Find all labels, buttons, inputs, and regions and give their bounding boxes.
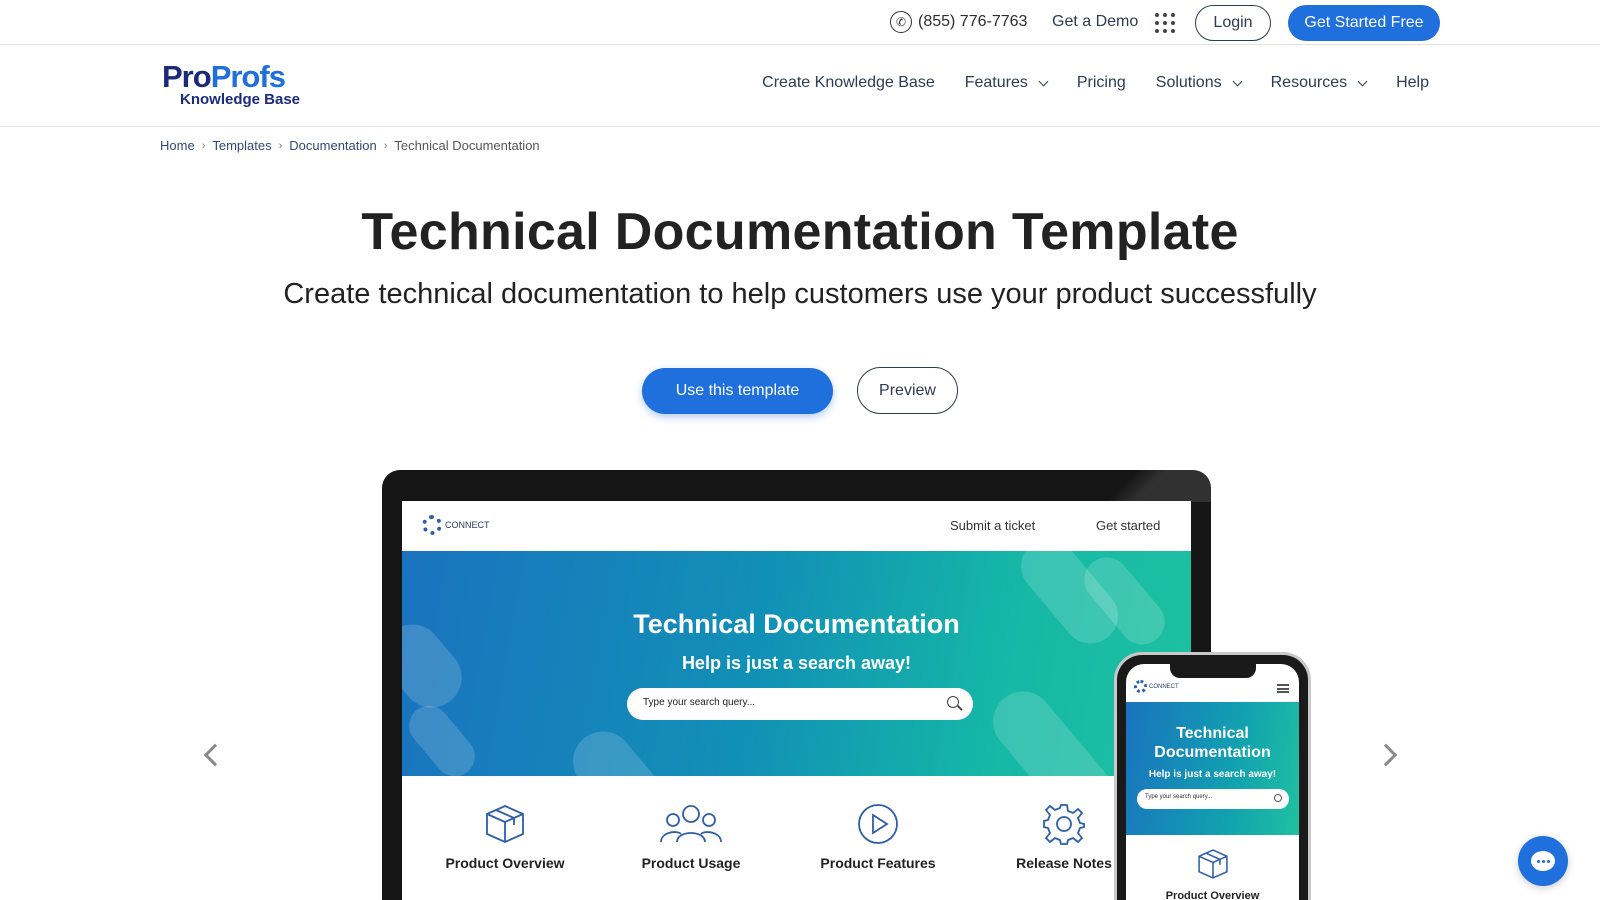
get-started-free-button[interactable]: Get Started Free (1288, 5, 1440, 41)
nav-item-features[interactable]: Features (965, 74, 1049, 92)
mockup-submit-ticket: Submit a ticket (950, 518, 1036, 533)
users-icon (660, 805, 722, 843)
chat-icon (1531, 851, 1555, 871)
phone-banner-tagline: Help is just a search away! (1148, 769, 1277, 780)
phone-banner: Technical Documentation Help is just a s… (1126, 702, 1299, 835)
phone-category-product-overview: Product Overview (1126, 847, 1299, 900)
breadcrumb-current: Technical Documentation (394, 138, 540, 153)
mockup-banner: Technical Documentation Help is just a s… (402, 551, 1191, 776)
breadcrumb-separator: › (383, 139, 388, 152)
nav-item-pricing[interactable]: Pricing (1077, 74, 1126, 92)
top-utility-bar: ✆ (855) 776-7763 Get a Demo Login Get St… (0, 0, 1600, 45)
carousel-next-icon[interactable] (1374, 743, 1398, 767)
nav-item-solutions[interactable]: Solutions (1156, 74, 1243, 92)
logo-subtitle: Knowledge Base (180, 91, 301, 108)
phone-icon: ✆ (890, 11, 912, 33)
phone-banner-title: Technical Documentation (1154, 725, 1271, 761)
hamburger-menu-icon (1277, 684, 1289, 693)
connect-logo: CONNECT (422, 515, 490, 535)
chat-widget-button[interactable] (1518, 836, 1568, 886)
chevron-down-icon (1038, 76, 1049, 86)
main-nav: ProProfs Knowledge Base Create Knowledge… (0, 45, 1600, 127)
carousel-prev-icon[interactable] (203, 743, 227, 767)
mockup-get-started: Get started (1096, 518, 1161, 533)
use-template-button[interactable]: Use this template (642, 368, 833, 414)
laptop-screen: CONNECT Submit a ticket Get started Tech… (402, 501, 1191, 900)
category-product-features: Product Features (803, 801, 953, 871)
page-subtitle: Create technical documentation to help c… (283, 278, 1317, 310)
phone-search-bar: Type your search query... (1137, 789, 1289, 809)
nav-item-resources[interactable]: Resources (1271, 74, 1368, 92)
category-product-overview: Product Overview (430, 801, 580, 871)
mockup-header: CONNECT Submit a ticket Get started (402, 501, 1191, 551)
mockup-banner-title: Technical Documentation (633, 609, 960, 639)
mockup-banner-tagline: Help is just a search away! (681, 653, 912, 673)
apps-grid-icon[interactable] (1155, 13, 1175, 33)
chevron-down-icon (1357, 76, 1368, 86)
breadcrumb-separator: › (278, 139, 283, 152)
mockup-search-bar: Type your search query... (627, 688, 973, 720)
get-demo-link[interactable]: Get a Demo (1052, 13, 1138, 31)
login-button[interactable]: Login (1195, 5, 1271, 41)
breadcrumb-documentation[interactable]: Documentation (289, 138, 376, 153)
proprofs-logo[interactable]: ProProfs Knowledge Base (162, 59, 301, 108)
connect-logo-icon (1134, 680, 1147, 693)
breadcrumb-separator: › (201, 139, 206, 152)
search-icon (1274, 794, 1282, 802)
breadcrumb: Home › Templates › Documentation › Techn… (160, 138, 540, 153)
box-icon (1197, 849, 1228, 879)
laptop-mockup: CONNECT Submit a ticket Get started Tech… (382, 470, 1211, 900)
nav-menu: Create Knowledge Base Features Pricing S… (762, 74, 1429, 92)
breadcrumb-home[interactable]: Home (160, 138, 195, 153)
preview-button[interactable]: Preview (857, 367, 958, 414)
breadcrumb-templates[interactable]: Templates (212, 138, 271, 153)
gear-icon (1043, 804, 1085, 845)
play-icon (858, 804, 898, 844)
nav-item-create-knowledge-base[interactable]: Create Knowledge Base (762, 74, 935, 92)
connect-logo: CONNECT (1134, 680, 1179, 693)
phone-screen: CONNECT Technical Documentation Help is … (1126, 664, 1299, 900)
phone-number: (855) 776-7763 (918, 13, 1028, 30)
phone-mockup: CONNECT Technical Documentation Help is … (1114, 652, 1311, 900)
page-title: Technical Documentation Template (361, 203, 1239, 261)
search-icon (947, 696, 959, 708)
category-product-usage: Product Usage (616, 801, 766, 871)
connect-logo-icon (422, 515, 442, 535)
logo-wordmark: ProProfs (162, 59, 286, 94)
chevron-down-icon (1232, 76, 1243, 86)
box-icon (486, 805, 524, 843)
nav-item-help[interactable]: Help (1396, 74, 1429, 92)
phone-link[interactable]: ✆ (855) 776-7763 (890, 11, 1027, 33)
